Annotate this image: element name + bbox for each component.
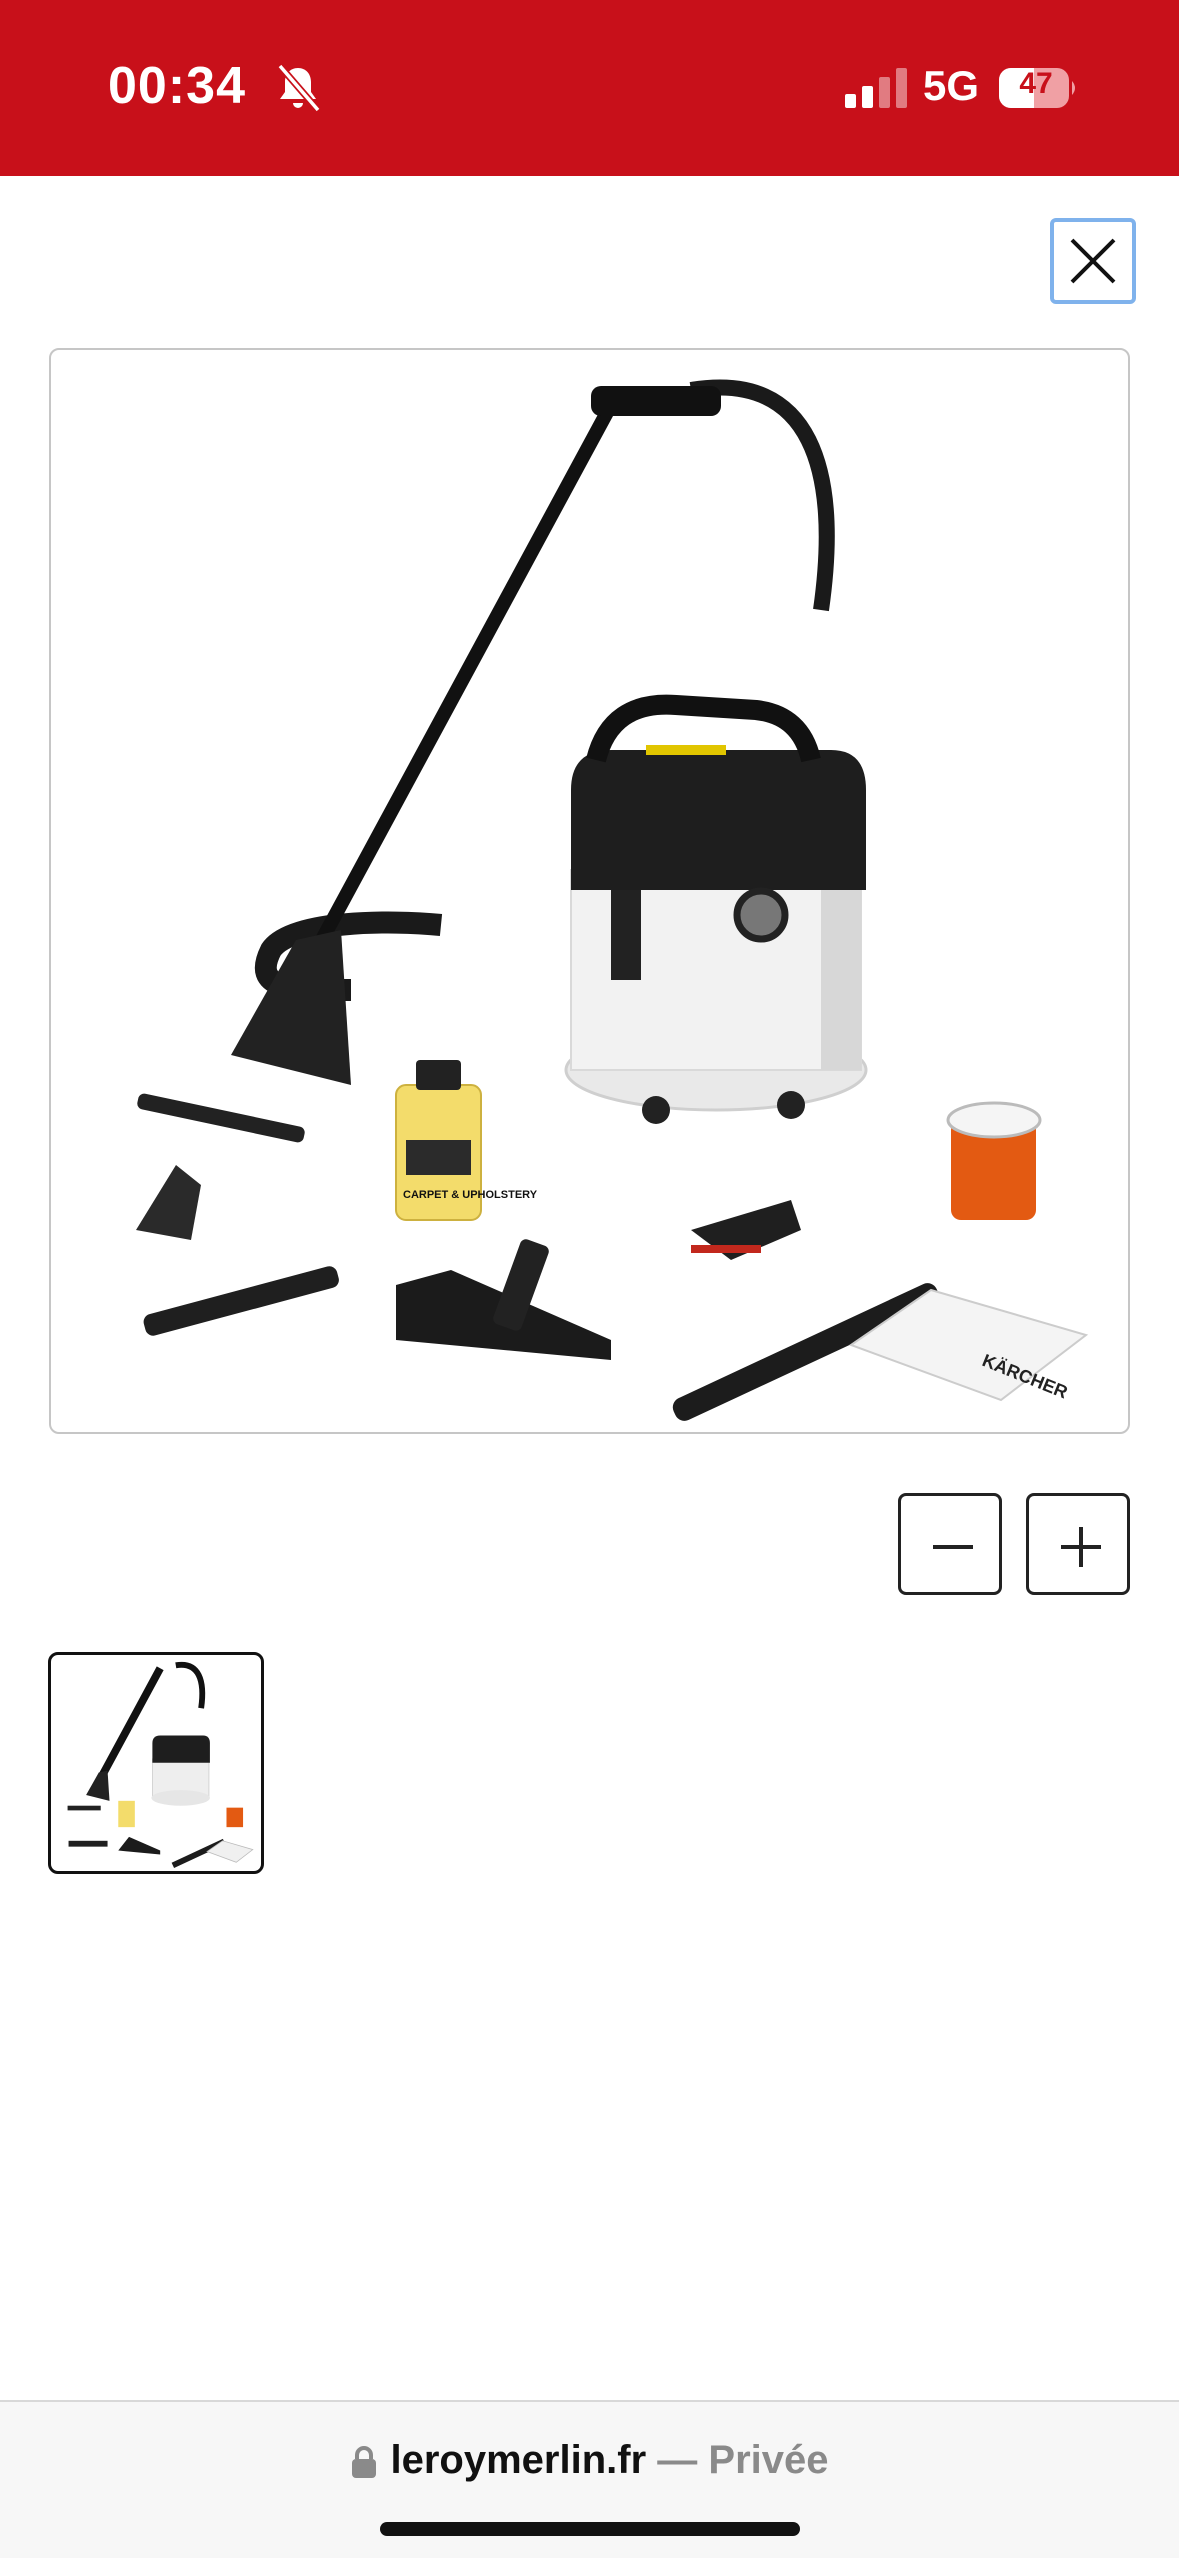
url-domain: leroymerlin.fr	[390, 2438, 647, 2482]
zoom-in-button[interactable]	[1026, 1493, 1130, 1595]
thumbnail-1[interactable]	[48, 1652, 264, 1874]
address-bar[interactable]: leroymerlin.fr — Privée	[0, 2438, 1179, 2483]
minus-icon	[933, 1545, 973, 1549]
clock: 00:34	[108, 57, 246, 115]
status-bar: 00:34 5G 47	[0, 0, 1179, 176]
battery-level: 47	[1019, 67, 1053, 100]
close-icon	[1070, 238, 1116, 284]
close-button[interactable]	[1050, 218, 1136, 304]
home-indicator[interactable]	[380, 2522, 800, 2536]
network-type: 5G	[923, 62, 980, 109]
lock-icon	[351, 2446, 376, 2479]
plus-icon	[1061, 1527, 1101, 1567]
zoom-out-button[interactable]	[898, 1493, 1002, 1595]
vacuum-cleaner-illustration: CARPET & UPHOLSTERY KÄRCHER	[136, 379, 1089, 1421]
bell-slash-icon	[277, 63, 321, 113]
bottle-label: CARPET & UPHOLSTERY	[403, 1189, 538, 1201]
thumbnail-image	[67, 1661, 254, 1869]
product-image[interactable]: CARPET & UPHOLSTERY KÄRCHER	[49, 348, 1130, 1434]
browser-bottom-bar: leroymerlin.fr — Privée	[0, 2400, 1179, 2558]
private-mode-label: — Privée	[657, 2438, 829, 2482]
cellular-signal-icon	[845, 68, 907, 108]
